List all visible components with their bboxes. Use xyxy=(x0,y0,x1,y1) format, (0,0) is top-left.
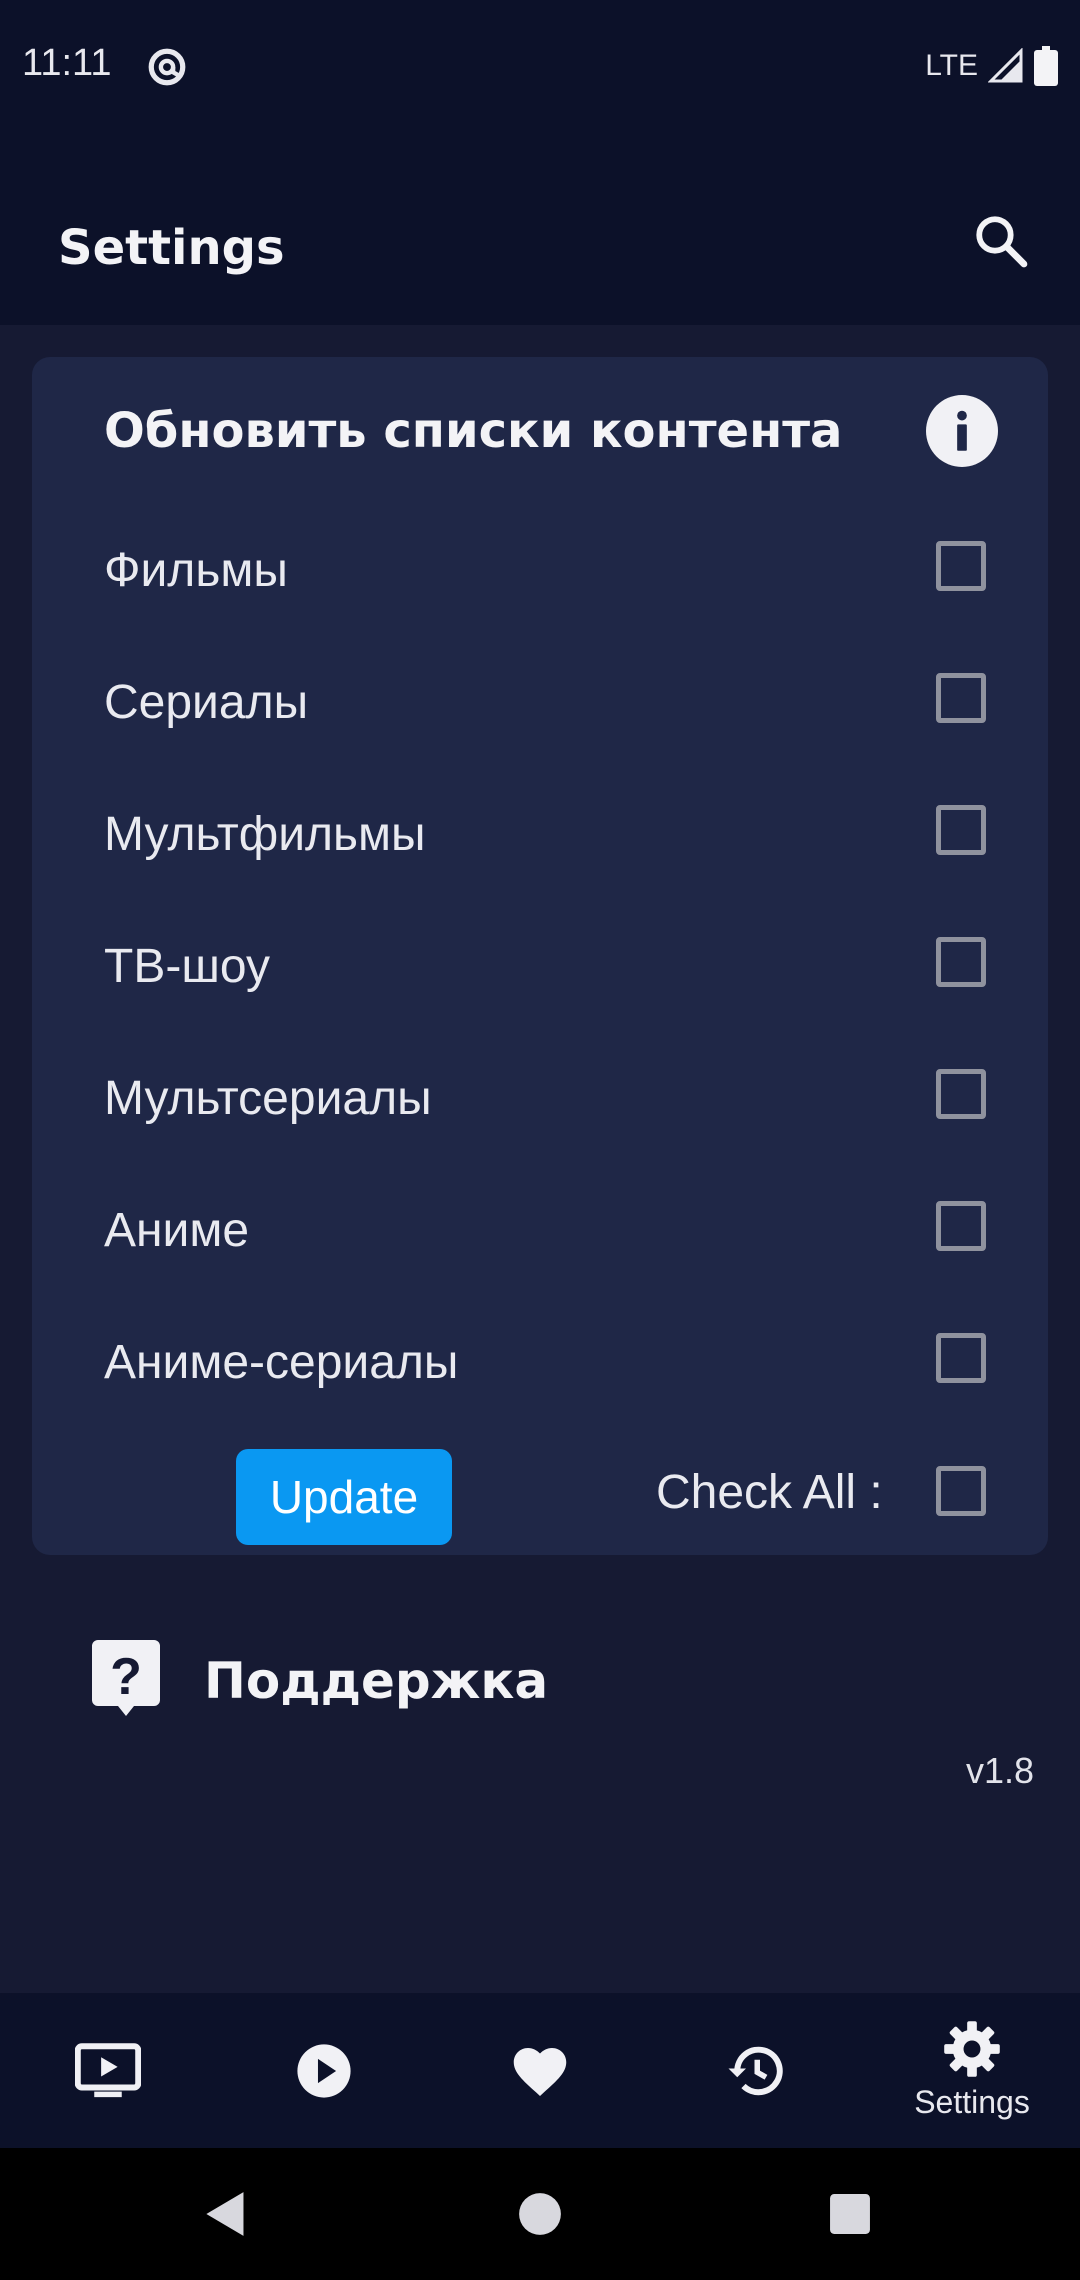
nav-settings[interactable]: Settings xyxy=(864,1993,1080,2148)
recents-icon xyxy=(830,2194,870,2234)
back-icon xyxy=(206,2192,244,2236)
item-label: ТВ-шоу xyxy=(104,940,270,993)
check-all-label: Check All : xyxy=(656,1466,883,1519)
nav-favorites[interactable] xyxy=(432,1993,648,2148)
status-bar: 11:11 LTE xyxy=(0,0,1080,140)
status-icons: LTE xyxy=(925,44,1058,88)
question-bubble-icon: ? xyxy=(92,1640,160,1716)
nav-settings-label: Settings xyxy=(914,2084,1030,2120)
nav-tv[interactable] xyxy=(0,1993,216,2148)
card-title: Обновить списки контента xyxy=(104,403,843,459)
recents-button[interactable] xyxy=(820,2184,880,2244)
info-icon xyxy=(957,410,967,451)
update-lists-card: Обновить списки контента Фильмы Сериалы … xyxy=(32,357,1048,1555)
heart-icon xyxy=(513,2047,567,2096)
history-icon xyxy=(728,2046,783,2095)
item-label: Фильмы xyxy=(104,544,288,597)
anime-series-checkbox[interactable] xyxy=(936,1333,986,1383)
home-button[interactable] xyxy=(510,2184,570,2244)
cartoons-checkbox[interactable] xyxy=(936,805,986,855)
nav-play[interactable] xyxy=(216,1993,432,2148)
battery-icon xyxy=(1034,46,1058,86)
bottom-nav: Settings xyxy=(0,1993,1080,2148)
list-item-anime-series[interactable]: Аниме-сериалы xyxy=(32,1293,1048,1425)
list-item-films[interactable]: Фильмы xyxy=(32,501,1048,633)
animated-series-checkbox[interactable] xyxy=(936,1069,986,1119)
system-nav-bar xyxy=(0,2148,1080,2280)
list-item-cartoons[interactable]: Мультфильмы xyxy=(32,765,1048,897)
svg-text:?: ? xyxy=(110,1648,142,1706)
info-button[interactable] xyxy=(926,395,998,467)
signal-icon xyxy=(988,48,1023,83)
support-label: Поддержка xyxy=(204,1652,549,1710)
update-button[interactable]: Update xyxy=(236,1449,452,1545)
search-icon xyxy=(976,216,1028,268)
app-bar: Settings xyxy=(0,140,1080,325)
check-all-checkbox[interactable] xyxy=(936,1466,986,1516)
tv-shows-checkbox[interactable] xyxy=(936,937,986,987)
back-button[interactable] xyxy=(196,2184,256,2244)
page-title: Settings xyxy=(58,220,285,276)
item-label: Сериалы xyxy=(104,676,309,729)
list-item-animated-series[interactable]: Мультсериалы xyxy=(32,1029,1048,1161)
list-item-tv-shows[interactable]: ТВ-шоу xyxy=(32,897,1048,1029)
item-label: Мультфильмы xyxy=(104,808,426,861)
item-label: Аниме-сериалы xyxy=(104,1336,459,1389)
home-icon xyxy=(519,2193,561,2235)
gear-icon xyxy=(944,2021,1000,2077)
play-icon xyxy=(297,2043,351,2098)
network-type: LTE xyxy=(925,49,978,82)
item-label: Мультсериалы xyxy=(104,1072,432,1125)
anime-checkbox[interactable] xyxy=(936,1201,986,1251)
films-checkbox[interactable] xyxy=(936,541,986,591)
at-sign-icon xyxy=(148,48,186,86)
search-button[interactable] xyxy=(966,206,1036,276)
item-label: Аниме xyxy=(104,1204,250,1257)
nav-history[interactable] xyxy=(648,1993,864,2148)
status-time: 11:11 xyxy=(22,42,112,84)
list-item-anime[interactable]: Аниме xyxy=(32,1161,1048,1293)
series-checkbox[interactable] xyxy=(936,673,986,723)
list-item-series[interactable]: Сериалы xyxy=(32,633,1048,765)
app-version: v1.8 xyxy=(965,1750,1034,1791)
tv-icon xyxy=(75,2042,141,2097)
